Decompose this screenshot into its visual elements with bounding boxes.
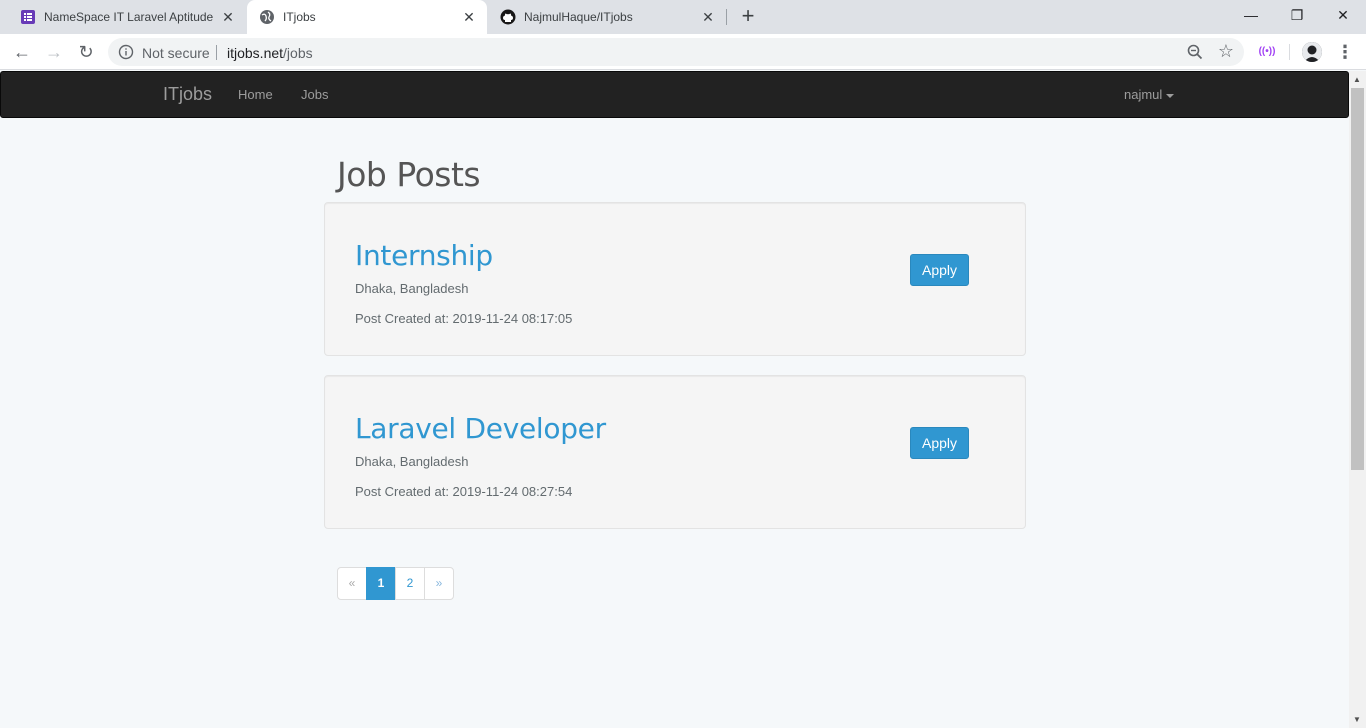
- app-navbar: ITjobs Home Jobs najmul: [0, 71, 1349, 118]
- page-title: Job Posts: [337, 155, 481, 194]
- pagination-prev[interactable]: «: [337, 567, 367, 600]
- close-tab-icon[interactable]: ✕: [461, 9, 477, 25]
- caret-down-icon: [1166, 93, 1175, 98]
- profile-avatar[interactable]: [1302, 42, 1322, 62]
- browser-tab-itjobs-active[interactable]: ITjobs ✕: [247, 0, 487, 34]
- extension-icon[interactable]: ((•)): [1257, 42, 1277, 62]
- job-created-at: Post Created at: 2019-11-24 08:17:05: [355, 311, 573, 326]
- browser-menu-icon[interactable]: ⋮: [1336, 42, 1354, 62]
- restore-icon[interactable]: ❐: [1274, 4, 1320, 30]
- user-name: najmul: [1124, 87, 1163, 102]
- browser-tab-github[interactable]: NajmulHaque/ITjobs ✕: [488, 0, 726, 34]
- close-window-icon[interactable]: ✕: [1320, 4, 1366, 30]
- job-title-link[interactable]: Internship: [355, 239, 493, 272]
- info-icon[interactable]: [118, 44, 134, 60]
- zoom-icon[interactable]: [1186, 43, 1204, 61]
- new-tab-button[interactable]: +: [737, 5, 759, 28]
- browser-tab-strip: NameSpace IT Laravel Aptitude T ✕ ITjobs…: [0, 0, 1366, 34]
- address-divider: [216, 45, 217, 60]
- apply-button[interactable]: Apply: [910, 254, 969, 286]
- address-bar[interactable]: Not secure itjobs.net/jobs ☆: [108, 38, 1244, 66]
- browser-tab-namespace[interactable]: NameSpace IT Laravel Aptitude T ✕: [8, 0, 246, 34]
- scrollbar-thumb[interactable]: [1351, 88, 1364, 470]
- url-path: /jobs: [283, 45, 313, 61]
- navbar-brand[interactable]: ITjobs: [163, 84, 212, 105]
- back-arrow-icon[interactable]: ←: [10, 40, 34, 64]
- profile-avatar-icon: [1302, 42, 1322, 62]
- job-location: Dhaka, Bangladesh: [355, 454, 469, 469]
- nav-link-jobs[interactable]: Jobs: [301, 87, 328, 102]
- security-label[interactable]: Not secure: [142, 45, 210, 61]
- pagination: « 1 2 »: [337, 567, 454, 600]
- forms-icon: [21, 10, 35, 24]
- page-scrollbar[interactable]: ▲ ▼: [1349, 71, 1366, 728]
- tab-separator: [726, 9, 727, 25]
- pagination-page-1[interactable]: 1: [366, 567, 396, 600]
- user-dropdown[interactable]: najmul: [1124, 87, 1175, 102]
- pagination-page-2[interactable]: 2: [395, 567, 425, 600]
- job-created-at: Post Created at: 2019-11-24 08:27:54: [355, 484, 573, 499]
- page-viewport: ITjobs Home Jobs najmul Job Posts Intern…: [0, 71, 1366, 728]
- close-tab-icon[interactable]: ✕: [700, 9, 716, 25]
- url-host: itjobs.net: [227, 45, 284, 61]
- job-card: Internship Dhaka, Bangladesh Post Create…: [324, 202, 1026, 356]
- scroll-down-arrow-icon[interactable]: ▼: [1353, 715, 1361, 724]
- forward-arrow-icon[interactable]: →: [42, 40, 66, 64]
- browser-toolbar: ← → ↻ Not secure itjobs.net/jobs ☆ ((•))…: [0, 34, 1366, 70]
- globe-icon: [260, 10, 274, 24]
- url-text[interactable]: itjobs.net/jobs: [227, 45, 313, 61]
- tab-title: NameSpace IT Laravel Aptitude T: [44, 10, 214, 24]
- job-title-link[interactable]: Laravel Developer: [355, 412, 606, 445]
- tab-title: ITjobs: [283, 10, 316, 24]
- apply-button[interactable]: Apply: [910, 427, 969, 459]
- close-tab-icon[interactable]: ✕: [220, 9, 236, 25]
- bookmark-star-icon[interactable]: ☆: [1216, 41, 1236, 61]
- github-icon: [500, 9, 516, 25]
- scroll-up-arrow-icon[interactable]: ▲: [1353, 75, 1361, 84]
- tab-title: NajmulHaque/ITjobs: [524, 10, 633, 24]
- toolbar-separator: [1289, 44, 1290, 60]
- job-card: Laravel Developer Dhaka, Bangladesh Post…: [324, 375, 1026, 529]
- minimize-icon[interactable]: —: [1228, 4, 1274, 30]
- reload-icon[interactable]: ↻: [74, 40, 98, 64]
- job-location: Dhaka, Bangladesh: [355, 281, 469, 296]
- nav-link-home[interactable]: Home: [238, 87, 273, 102]
- pagination-next[interactable]: »: [424, 567, 454, 600]
